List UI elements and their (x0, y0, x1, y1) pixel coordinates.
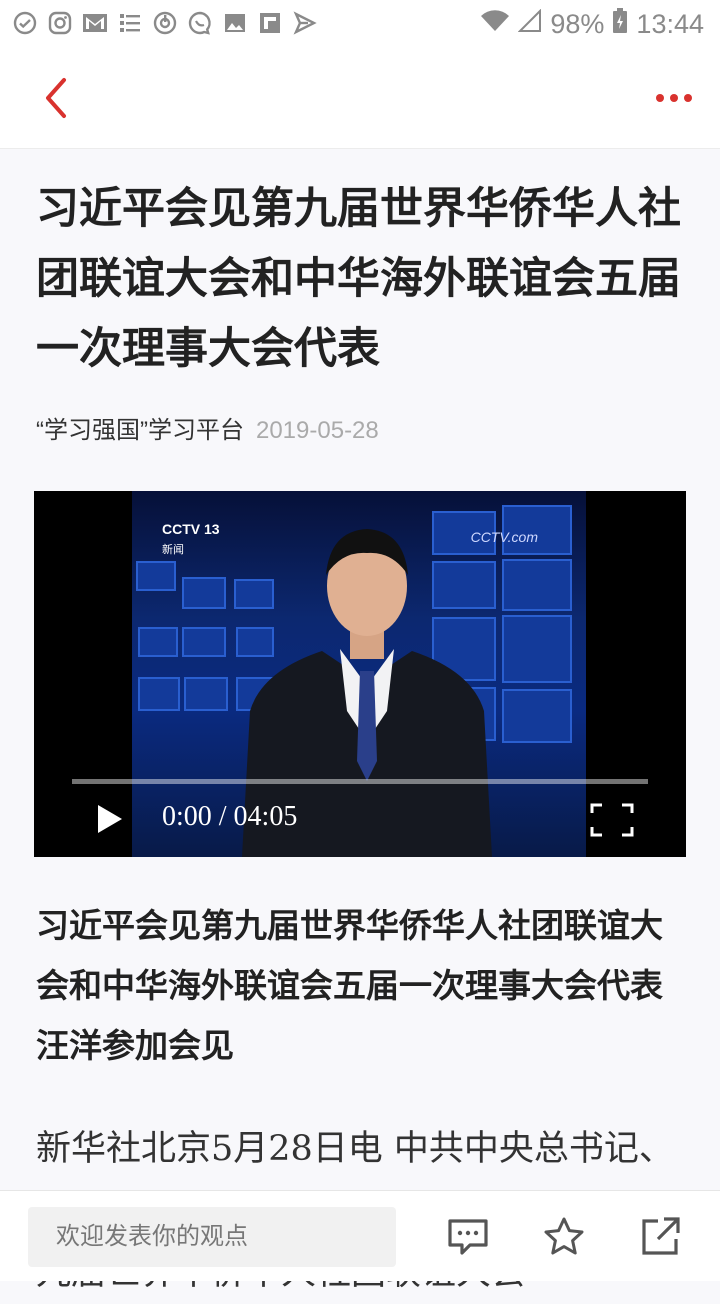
more-dot-icon (684, 94, 692, 102)
system-status: 98% 13:44 (480, 8, 704, 41)
share-icon (642, 1217, 680, 1255)
bottom-action-bar (0, 1190, 720, 1281)
wifi-icon (480, 9, 510, 40)
article-subtitle: 习近平会见第九届世界华侨华人社团联谊大会和中华海外联谊会五届一次理事大会代表 汪… (36, 906, 663, 1065)
chat-icon (187, 10, 213, 36)
article-source[interactable]: “学习强国”学习平台 (36, 417, 244, 444)
fullscreen-button[interactable] (590, 803, 634, 837)
flipboard-icon (257, 10, 283, 36)
comment-input[interactable] (28, 1207, 396, 1267)
more-options-button[interactable] (650, 80, 698, 116)
battery-percent: 98% (550, 9, 605, 39)
check-circle-icon (12, 10, 38, 36)
video-player[interactable]: CCTV 13 新闻 CCTV.com 0:00 / 04:05 (34, 491, 686, 857)
list-icon (117, 10, 143, 36)
article-meta: “学习强国”学习平台 2019-05-28 (36, 410, 379, 445)
video-time: 0:00 / 04:05 (162, 801, 298, 832)
more-dot-icon (656, 94, 664, 102)
signal-icon (517, 8, 542, 40)
comment-button[interactable] (446, 1215, 490, 1259)
play-button[interactable] (94, 801, 126, 837)
top-bar (0, 50, 720, 149)
more-dot-icon (670, 94, 678, 102)
fullscreen-icon (590, 803, 634, 837)
battery-icon (612, 8, 628, 41)
status-bar: 98% 13:44 (0, 0, 720, 50)
article-date: 2019-05-28 (255, 417, 379, 444)
gmail-icon (82, 10, 108, 36)
comment-icon (448, 1219, 488, 1255)
share-button[interactable] (638, 1215, 682, 1259)
power-icon (152, 10, 178, 36)
channel-logo: CCTV 13 新闻 (162, 521, 220, 556)
video-progress-bar[interactable] (72, 779, 648, 784)
favorite-button[interactable] (542, 1215, 586, 1259)
notification-icons (12, 10, 318, 36)
clock: 13:44 (636, 9, 704, 39)
star-icon (544, 1217, 584, 1255)
send-icon (292, 10, 318, 36)
instagram-icon (47, 10, 73, 36)
back-button[interactable] (38, 76, 78, 120)
image-icon (222, 10, 248, 36)
article-title: 习近平会见第九届世界华侨华人社团联谊大会和中华海外联谊会五届一次理事大会代表 (36, 184, 681, 374)
